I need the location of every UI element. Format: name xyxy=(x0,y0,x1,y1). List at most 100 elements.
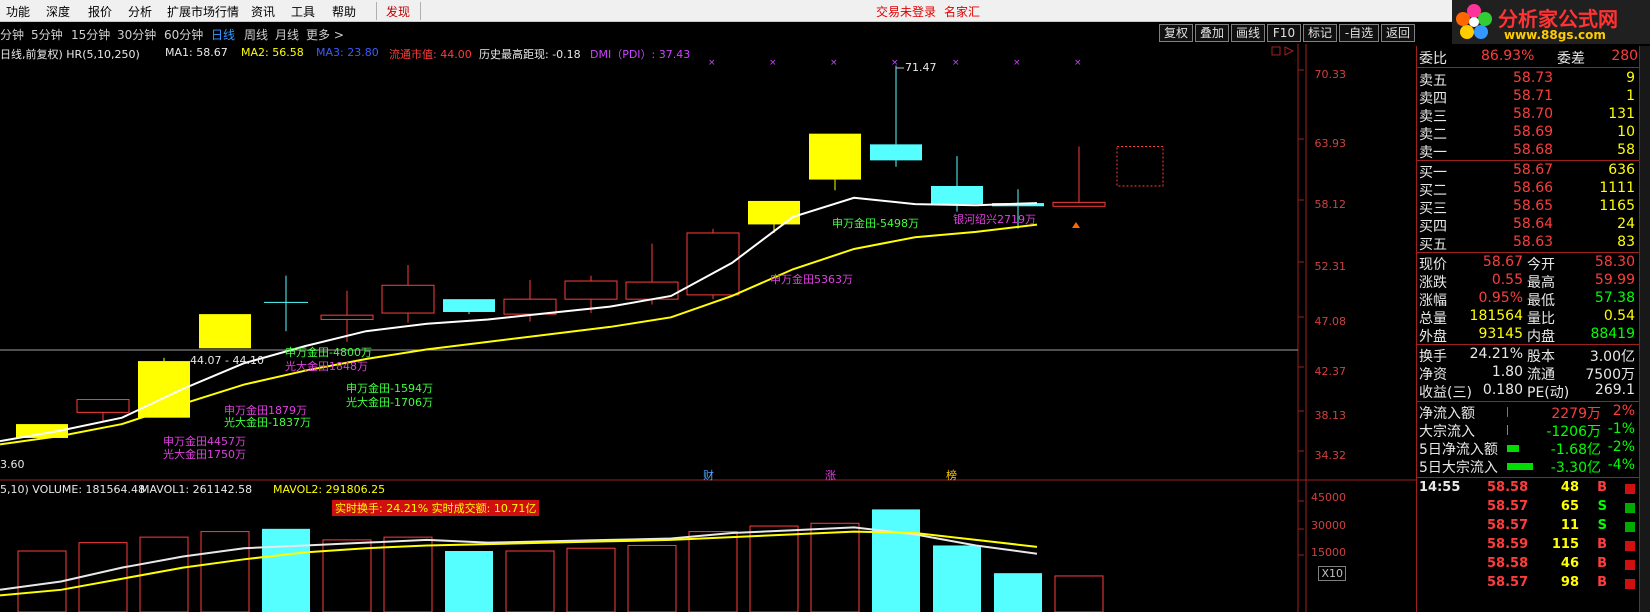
menu-news[interactable]: 资讯 xyxy=(251,3,275,20)
broker-annotation: 银河绍兴2719万 xyxy=(953,213,1036,226)
price-tick: 38.13 xyxy=(1314,409,1347,422)
panel-scrollbar[interactable] xyxy=(1639,46,1650,612)
bid-label: 买一 xyxy=(1419,165,1447,181)
fund-flow-row: 净流入额 2279万 2% xyxy=(1417,403,1650,422)
period-weekly[interactable]: 周线 xyxy=(244,26,268,43)
period-more[interactable]: 更多 > xyxy=(306,26,344,43)
divider xyxy=(1417,67,1650,68)
volume-bar-up xyxy=(200,531,250,612)
menu-discover[interactable]: 发现 xyxy=(386,3,410,20)
chart-title: 日线,前复权) HR(5,10,250) xyxy=(0,48,140,61)
period-30min[interactable]: 30分钟 xyxy=(117,26,156,43)
signal-marker: × xyxy=(830,58,838,68)
menu-help[interactable]: 帮助 xyxy=(332,3,356,20)
menu-function[interactable]: 功能 xyxy=(6,3,30,20)
fund-flow-bar xyxy=(1507,445,1519,452)
bid-price: 58.67 xyxy=(1513,162,1554,178)
candle-body-up xyxy=(564,280,618,300)
period-5min[interactable]: 5分钟 xyxy=(31,26,63,43)
bid-price: 58.64 xyxy=(1513,216,1554,232)
candle-body-up xyxy=(503,298,557,315)
period-60min[interactable]: 60分钟 xyxy=(164,26,203,43)
candle-body-highlight xyxy=(199,314,251,349)
bid-label: 买二 xyxy=(1419,183,1447,199)
fund-flow-label: 大宗流入 xyxy=(1419,424,1475,440)
signal-marker: × xyxy=(708,58,716,68)
fund-flow-value: -3.30亿 xyxy=(1550,460,1601,476)
fund-flow-value: 2279万 xyxy=(1551,406,1601,422)
fundamental-value: 0.180 xyxy=(1482,382,1523,398)
broker-annotation: 光大金田1848万 xyxy=(285,360,368,373)
low-price-label: 3.60 xyxy=(0,458,25,471)
fundamental-value: 1.80 xyxy=(1491,364,1523,380)
stat-value: 0.95% xyxy=(1478,290,1523,306)
fund-flow-pct: 2% xyxy=(1612,403,1635,419)
menu-extended-market[interactable]: 扩展市场行情 xyxy=(167,3,239,20)
bid-volume: 636 xyxy=(1608,162,1635,178)
ask-label: 卖二 xyxy=(1419,127,1447,143)
f10-button[interactable]: F10 xyxy=(1267,24,1301,42)
stat-value: 57.38 xyxy=(1594,290,1635,306)
candle-body-down xyxy=(443,299,495,312)
menu-bar: 功能 深度 报价 分析 扩展市场行情 资讯 工具 帮助 发现 交易未登录 名家汇 xyxy=(0,0,1650,22)
login-status[interactable]: 交易未登录 xyxy=(876,3,936,20)
price-tick: 52.31 xyxy=(1314,260,1347,273)
bid-label: 买五 xyxy=(1419,237,1447,253)
price-tick: 58.12 xyxy=(1314,198,1347,211)
quote-panel: 委比 86.93% 委差 2808 卖五 58.73 9 卖四 58.71 1 卖三 58.7… xyxy=(1416,46,1650,612)
menu-tools[interactable]: 工具 xyxy=(291,3,315,20)
stat-row: 外盘 93145 内盘 88419 xyxy=(1417,326,1650,345)
period-15min[interactable]: 15分钟 xyxy=(71,26,110,43)
kline-chart[interactable]: × × × × × × × xyxy=(0,44,1416,612)
ask-volume: 1 xyxy=(1626,88,1635,104)
broker-name[interactable]: 名家汇 xyxy=(944,3,980,20)
volume-bar-down xyxy=(262,528,310,612)
window-toggle-icon xyxy=(1271,46,1281,56)
stat-label: 外盘 xyxy=(1419,329,1447,345)
fundamental-label: 股本 xyxy=(1527,349,1555,365)
period-daily[interactable]: 日线 xyxy=(211,26,235,43)
mavol2-value: MAVOL2: 291806.25 xyxy=(273,483,386,496)
restore-rights-button[interactable]: 复权 xyxy=(1159,24,1193,42)
fundamental-value: 269.1 xyxy=(1594,382,1635,398)
fundamental-label: PE(动) xyxy=(1527,385,1570,401)
volume-bar-up xyxy=(1054,575,1104,612)
ask-row: 卖五 58.73 9 xyxy=(1417,70,1650,89)
volume-bar-down xyxy=(994,573,1042,612)
broker-annotation: 光大金田1750万 xyxy=(163,448,246,461)
rank-marker[interactable]: 榜 xyxy=(946,467,957,483)
divider xyxy=(1417,160,1650,161)
remove-watchlist-button[interactable]: -自选 xyxy=(1339,24,1379,42)
tick-volume: 115 xyxy=(1551,537,1579,552)
volume-bar-up xyxy=(566,547,616,612)
volume-bar-up xyxy=(78,542,128,612)
fund-flow-pct: -2% xyxy=(1607,439,1635,455)
overlay-button[interactable]: 叠加 xyxy=(1195,24,1229,42)
period-minute[interactable]: 分钟 xyxy=(0,26,24,43)
stat-value: 181564 xyxy=(1469,308,1523,324)
tick-price: 58.58 xyxy=(1487,480,1529,495)
period-monthly[interactable]: 月线 xyxy=(275,26,299,43)
menu-quote[interactable]: 报价 xyxy=(88,3,112,20)
limit-up-marker[interactable]: 涨 xyxy=(825,467,836,483)
expand-arrow-icon xyxy=(1284,46,1295,56)
mark-button[interactable]: 标记 xyxy=(1303,24,1337,42)
bid-volume: 1165 xyxy=(1599,198,1635,214)
tick-row: 58.58 46 B xyxy=(1417,556,1650,574)
ask-label: 卖三 xyxy=(1419,109,1447,125)
bid-volume: 83 xyxy=(1617,234,1635,250)
volume-bar-down xyxy=(445,551,493,612)
flower-logo-icon xyxy=(1456,4,1492,39)
draw-line-button[interactable]: 画线 xyxy=(1231,24,1265,42)
signal-marker: × xyxy=(1013,58,1021,68)
finance-marker[interactable]: 财 xyxy=(703,467,714,483)
fundamental-label: 净资 xyxy=(1419,367,1447,383)
candle-body-up xyxy=(1052,201,1106,207)
stat-value: 0.55 xyxy=(1491,272,1523,288)
back-button[interactable]: 返回 xyxy=(1381,24,1415,42)
ask-volume: 131 xyxy=(1608,106,1635,122)
volume-axis: 45000 30000 15000 X10 xyxy=(1300,486,1346,612)
menu-depth[interactable]: 深度 xyxy=(46,3,70,20)
ask-row: 卖四 58.71 1 xyxy=(1417,88,1650,107)
menu-analysis[interactable]: 分析 xyxy=(128,3,152,20)
